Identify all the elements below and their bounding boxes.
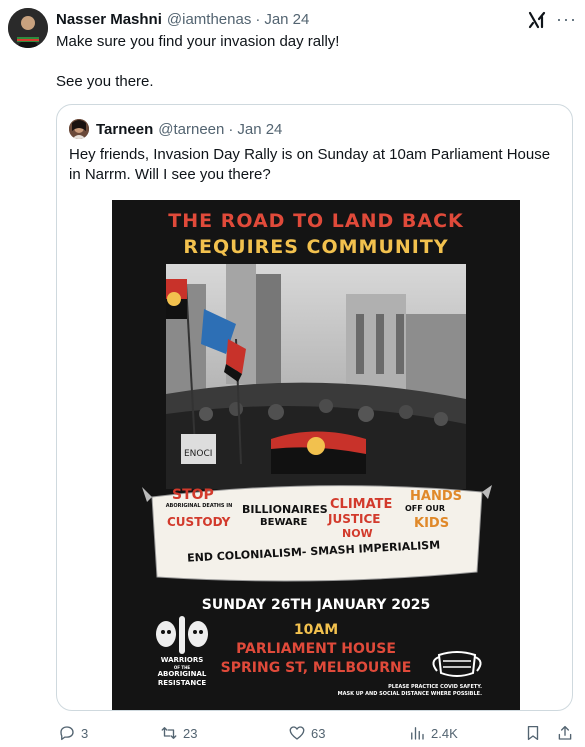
quote-text: Hey friends, Invasion Day Rally is on Su… xyxy=(69,146,551,183)
covid-notice-line1: PLEASE PRACTICE COVID SAFETY. xyxy=(388,684,482,690)
warriors-text: WARRIORS OF THE ABORIGINAL RESISTANCE xyxy=(142,656,222,688)
repost-count: 23 xyxy=(183,725,198,741)
face-mask-icon xyxy=(432,651,482,677)
banner-climate: CLIMATE xyxy=(330,497,393,512)
banner-justice: JUSTICE xyxy=(328,512,381,526)
repost-button[interactable]: 23 xyxy=(160,723,197,743)
banner-off-our: OFF OUR xyxy=(405,504,445,513)
separator: · xyxy=(228,120,234,138)
crowd-sign: ENOCI xyxy=(184,449,212,459)
banner-hands: HANDS xyxy=(410,489,462,504)
warriors-logo-icon xyxy=(156,616,208,654)
covid-notice-line2: MASK UP AND SOCIAL DISTANCE WHERE POSSIB… xyxy=(337,691,482,697)
separator: · xyxy=(255,10,261,28)
tweet-text: Make sure you find your invasion day ral… xyxy=(56,32,566,92)
like-count: 63 xyxy=(311,725,326,741)
banner-aboriginal-deaths: ABORIGINAL DEATHS IN xyxy=(165,503,233,509)
poster-date: SUNDAY 26TH JANUARY 2025 xyxy=(201,597,431,613)
poster-title-line1: THE ROAD TO LAND BACK xyxy=(168,210,464,232)
poster-title-line2: REQUIRES COMMUNITY xyxy=(183,236,449,258)
tweet-action-bar: 3 23 63 2.4K xyxy=(56,723,577,743)
quote-author-handle[interactable]: @tarneen xyxy=(158,121,224,138)
heart-icon xyxy=(289,726,305,740)
author-avatar[interactable] xyxy=(8,8,48,48)
warriors-line: WARRIORS xyxy=(160,656,204,664)
share-icon xyxy=(558,725,572,740)
banner-billionaires: BILLIONAIRES xyxy=(242,503,328,516)
quote-author-name[interactable]: Tarneen xyxy=(96,121,153,138)
warriors-line: RESISTANCE xyxy=(157,679,207,687)
banner-now: NOW xyxy=(342,527,373,540)
banner-kids: KIDS xyxy=(414,516,450,531)
bookmark-button[interactable] xyxy=(524,723,542,743)
quote-author-avatar[interactable] xyxy=(69,119,89,139)
banner-beware: BEWARE xyxy=(260,517,308,528)
banner-stop: STOP xyxy=(172,487,214,503)
reply-icon xyxy=(60,726,74,741)
tweet-text-line: See you there. xyxy=(56,73,154,90)
warriors-line: ABORIGINAL xyxy=(157,670,207,678)
tweet-text-line: Make sure you find your invasion day ral… xyxy=(56,33,340,50)
like-button[interactable]: 63 xyxy=(288,723,325,743)
reply-button[interactable]: 3 xyxy=(58,723,88,743)
bookmark-icon xyxy=(527,725,539,741)
quote-date[interactable]: Jan 24 xyxy=(237,121,282,138)
views-chart-icon xyxy=(411,727,424,740)
banner-custody: CUSTODY xyxy=(167,515,231,529)
quoted-tweet[interactable]: Tarneen @tarneen · Jan 24 Hey friends, I… xyxy=(56,104,573,711)
tweet-header: Nasser Mashni @iamthenas · Jan 24 xyxy=(56,9,573,29)
views-button[interactable]: 2.4K xyxy=(408,723,458,743)
author-handle[interactable]: @iamthenas xyxy=(167,11,251,28)
repost-icon xyxy=(161,727,177,739)
grok-icon[interactable] xyxy=(527,10,547,30)
rally-poster-image[interactable]: THE ROAD TO LAND BACK REQUIRES COMMUNITY xyxy=(112,200,520,710)
tweet-date[interactable]: Jan 24 xyxy=(264,11,309,28)
reply-count: 3 xyxy=(81,725,89,741)
more-options-icon[interactable]: ··· xyxy=(556,9,577,29)
quote-header: Tarneen @tarneen · Jan 24 xyxy=(96,119,282,139)
views-count: 2.4K xyxy=(431,725,458,741)
share-button[interactable] xyxy=(556,723,574,743)
rally-crowd-photo: ENOCI xyxy=(166,264,466,489)
author-name[interactable]: Nasser Mashni xyxy=(56,11,162,28)
